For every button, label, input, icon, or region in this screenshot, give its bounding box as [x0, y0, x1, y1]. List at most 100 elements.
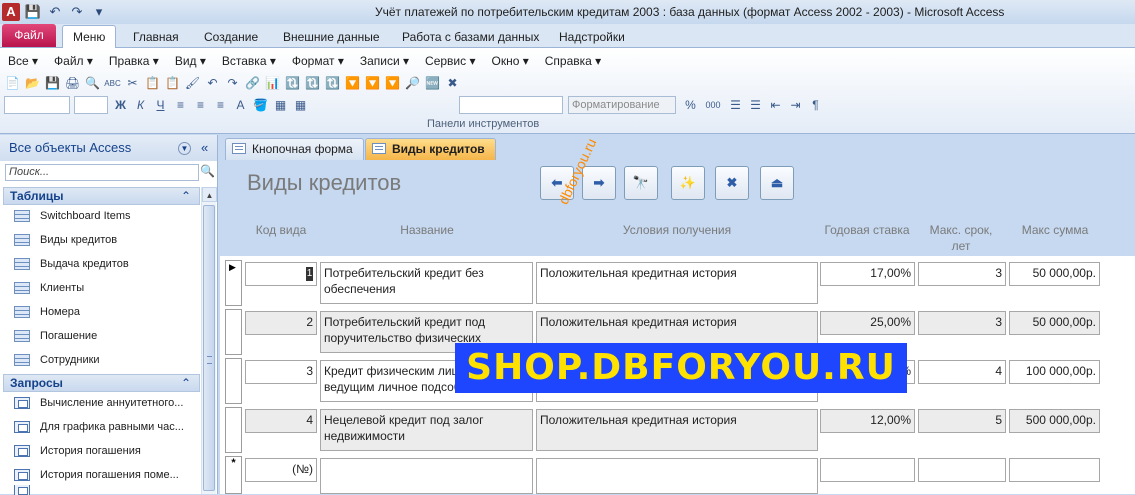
- doc-tab-switchboard[interactable]: Кнопочная форма: [225, 138, 364, 160]
- scroll-up-arrow[interactable]: ▲: [202, 187, 217, 202]
- preview-icon[interactable]: 🔍: [84, 75, 101, 92]
- nav-item-table[interactable]: Switchboard Items: [14, 206, 130, 226]
- field-conditions[interactable]: Положительная кредитная история: [536, 262, 818, 304]
- redo-icon[interactable]: ↷: [224, 75, 241, 92]
- field-term[interactable]: 5: [918, 409, 1006, 433]
- underline-icon[interactable]: Ч: [152, 97, 169, 114]
- numbering-icon[interactable]: ☰: [747, 97, 764, 114]
- relationships-icon[interactable]: 🔃: [304, 75, 321, 92]
- tab-database-tools[interactable]: Работа с базами данных: [402, 28, 539, 48]
- borders-icon[interactable]: ▦: [292, 97, 309, 114]
- field-max-sum[interactable]: 50 000,00р.: [1009, 262, 1100, 286]
- cut-icon[interactable]: ✂: [124, 75, 141, 92]
- nav-item-table[interactable]: Погашение: [14, 326, 97, 346]
- file-tab[interactable]: Файл: [2, 24, 56, 47]
- nav-item-query[interactable]: Для графика равными час...: [14, 417, 184, 437]
- field-rate[interactable]: 12,00%: [820, 409, 915, 433]
- italic-icon[interactable]: К: [132, 97, 149, 114]
- nav-header[interactable]: Все объекты Access ▼ «: [0, 135, 217, 161]
- undo-icon[interactable]: ↶: [204, 75, 221, 92]
- field-max-sum[interactable]: 50 000,00р.: [1009, 311, 1100, 335]
- menu-edit[interactable]: Правка ▾: [101, 52, 167, 70]
- nav-item-table[interactable]: Виды кредитов: [14, 230, 117, 250]
- field-max-sum[interactable]: 500 000,00р.: [1009, 409, 1100, 433]
- apply-filter-icon[interactable]: 🔽: [384, 75, 401, 92]
- field-rate[interactable]: [820, 458, 915, 482]
- delete-record-button[interactable]: ✖: [715, 166, 749, 200]
- paragraph-icon[interactable]: ¶: [807, 97, 824, 114]
- field-term[interactable]: [918, 458, 1006, 482]
- field-code[interactable]: 1: [245, 262, 317, 286]
- menu-records[interactable]: Записи ▾: [352, 52, 417, 70]
- field-max-sum[interactable]: [1009, 458, 1100, 482]
- field-term[interactable]: 3: [918, 311, 1006, 335]
- new-record-icon[interactable]: 🆕: [424, 75, 441, 92]
- field-code[interactable]: (№): [245, 458, 317, 482]
- field-term[interactable]: 4: [918, 360, 1006, 384]
- customize-icon[interactable]: ▾: [90, 3, 108, 21]
- field-code[interactable]: 2: [245, 311, 317, 335]
- align-right-icon[interactable]: ≡: [212, 97, 229, 114]
- field-rate[interactable]: 25,00%: [820, 311, 915, 335]
- object-combo[interactable]: [459, 96, 563, 114]
- tab-menu[interactable]: Меню: [62, 25, 117, 49]
- menu-all[interactable]: Все ▾: [0, 52, 46, 70]
- align-left-icon[interactable]: ≡: [172, 97, 189, 114]
- tab-home[interactable]: Главная: [133, 28, 179, 48]
- record-selector[interactable]: [225, 309, 242, 355]
- menu-view[interactable]: Вид ▾: [167, 52, 214, 70]
- thousands-icon[interactable]: 000: [702, 97, 724, 114]
- field-name[interactable]: [320, 458, 533, 494]
- nav-item-table[interactable]: Номера: [14, 302, 80, 322]
- menu-file[interactable]: Файл ▾: [46, 52, 101, 70]
- close-form-button[interactable]: ⏏: [760, 166, 794, 200]
- record-selector[interactable]: [225, 260, 242, 306]
- outdent-icon[interactable]: ⇤: [767, 97, 784, 114]
- field-code[interactable]: 4: [245, 409, 317, 433]
- save-icon[interactable]: 💾: [24, 3, 42, 21]
- new-icon[interactable]: 📄: [4, 75, 21, 92]
- nav-item-table[interactable]: Клиенты: [14, 278, 84, 298]
- analyze-icon[interactable]: 📊: [264, 75, 281, 92]
- field-max-sum[interactable]: 100 000,00р.: [1009, 360, 1100, 384]
- copy-icon[interactable]: 📋: [144, 75, 161, 92]
- open-icon[interactable]: 📂: [24, 75, 41, 92]
- bullets-icon[interactable]: ☰: [727, 97, 744, 114]
- percent-icon[interactable]: %: [682, 97, 699, 114]
- paste-icon[interactable]: 📋: [164, 75, 181, 92]
- chevron-down-icon[interactable]: ▼: [178, 142, 191, 155]
- print-icon[interactable]: 🖨: [64, 75, 81, 92]
- format-painter-icon[interactable]: 🖌: [184, 75, 201, 92]
- delete-record-icon[interactable]: ✖: [444, 75, 461, 92]
- next-record-button[interactable]: ➡: [582, 166, 616, 200]
- access-app-icon[interactable]: A: [2, 3, 20, 21]
- menu-insert[interactable]: Вставка ▾: [214, 52, 284, 70]
- doc-tab-credit-types[interactable]: Виды кредитов: [365, 138, 496, 160]
- hyperlink-icon[interactable]: 🔗: [244, 75, 261, 92]
- record-selector[interactable]: [225, 358, 242, 404]
- field-conditions[interactable]: Положительная кредитная история: [536, 409, 818, 451]
- field-code[interactable]: 3: [245, 360, 317, 384]
- font-color-icon[interactable]: A: [232, 97, 249, 114]
- nav-item-query[interactable]: История погашения: [14, 441, 141, 461]
- filter-form-icon[interactable]: 🔽: [364, 75, 381, 92]
- refresh-icon[interactable]: 🔃: [284, 75, 301, 92]
- tab-addins[interactable]: Надстройки: [559, 28, 625, 48]
- find-record-button[interactable]: 🔭: [624, 166, 658, 200]
- undo-icon[interactable]: ↶: [46, 3, 64, 21]
- menu-window[interactable]: Окно ▾: [483, 52, 536, 70]
- nav-group-tables[interactable]: Таблицы ⌃: [3, 187, 200, 205]
- font-name-combo[interactable]: [4, 96, 70, 114]
- scroll-thumb[interactable]: [203, 205, 215, 491]
- menu-tools[interactable]: Сервис ▾: [417, 52, 483, 70]
- fill-color-icon[interactable]: 🪣: [252, 97, 269, 114]
- field-name[interactable]: Потребительский кредит без обеспечения: [320, 262, 533, 304]
- menu-format[interactable]: Формат ▾: [284, 52, 352, 70]
- spelling-icon[interactable]: ABC: [104, 75, 121, 92]
- indent-icon[interactable]: ⇥: [787, 97, 804, 114]
- align-center-icon[interactable]: ≡: [192, 97, 209, 114]
- search-icon[interactable]: 🔍: [200, 164, 215, 178]
- nav-item-table[interactable]: Выдача кредитов: [14, 254, 129, 274]
- field-rate[interactable]: 17,00%: [820, 262, 915, 286]
- tab-create[interactable]: Создание: [204, 28, 258, 48]
